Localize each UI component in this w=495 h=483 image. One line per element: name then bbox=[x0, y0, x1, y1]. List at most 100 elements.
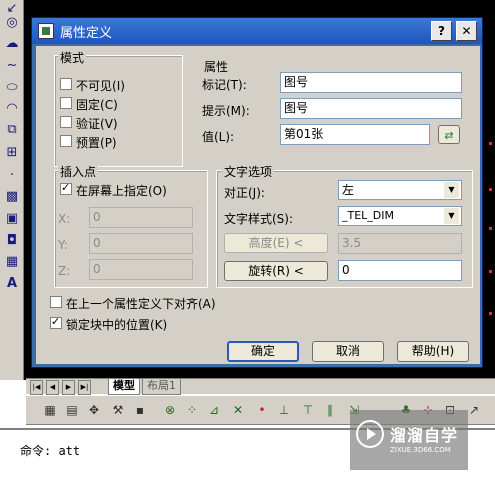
text-style-value: _TEL_DIM bbox=[342, 209, 395, 222]
command-text: 命令: att bbox=[20, 444, 81, 458]
canvas-marker bbox=[489, 270, 492, 273]
prev-tab-icon[interactable]: ◀ bbox=[46, 380, 59, 395]
snap-tangent-icon[interactable]: ⊤ bbox=[300, 402, 316, 418]
tab-layout1[interactable]: 布局1 bbox=[142, 379, 181, 395]
tag-label: 标记(T): bbox=[202, 78, 247, 92]
verify-checkbox[interactable] bbox=[60, 116, 72, 128]
prompt-label: 提示(M): bbox=[202, 104, 250, 118]
first-tab-icon[interactable]: |◀ bbox=[30, 380, 43, 395]
value-label: 值(L): bbox=[202, 130, 235, 144]
insert-block-icon[interactable]: ⧉ bbox=[3, 121, 21, 139]
lock-position-checkbox[interactable] bbox=[50, 315, 62, 329]
canvas-marker bbox=[489, 142, 492, 145]
canvas-marker bbox=[489, 188, 492, 191]
justify-label: 对正(J): bbox=[224, 186, 265, 200]
invisible-label: 不可见(I) bbox=[76, 79, 125, 93]
invisible-checkbox[interactable] bbox=[60, 78, 72, 90]
y-input[interactable]: 0 bbox=[89, 233, 193, 254]
align-below-checkbox[interactable] bbox=[50, 296, 62, 308]
spline-icon[interactable]: ∼ bbox=[3, 57, 21, 75]
layout-tab-bar: |◀ ◀ ▶ ▶| 模型 布局1 bbox=[26, 378, 495, 395]
rotation-button[interactable]: 旋转(R) < bbox=[224, 261, 328, 281]
close-button[interactable]: ✕ bbox=[456, 21, 477, 41]
canvas-marker bbox=[489, 312, 492, 315]
attribute-definition-dialog: 属性定义 ? ✕ 模式 不可见(I) 固定(C) 验证(V) 预置(P) 属性 … bbox=[31, 17, 483, 368]
watermark-url: ZIXUE.3D66.COM bbox=[390, 446, 451, 454]
multiline-text-icon[interactable]: A bbox=[3, 275, 21, 293]
chevron-down-icon: ▼ bbox=[444, 208, 459, 224]
prompt-input[interactable]: 图号 bbox=[280, 98, 462, 119]
ellipse-icon[interactable]: ⬭ bbox=[3, 79, 21, 97]
constant-checkbox[interactable] bbox=[60, 97, 72, 109]
constant-label: 固定(C) bbox=[76, 98, 118, 112]
text-style-label: 文字样式(S): bbox=[224, 212, 294, 226]
help-button-bottom[interactable]: 帮助(H) bbox=[397, 341, 469, 362]
grid-icon[interactable]: ▦ bbox=[42, 402, 58, 418]
snap-parallel-icon[interactable]: ∥ bbox=[322, 402, 338, 418]
point-icon[interactable]: · bbox=[3, 167, 21, 185]
x-label: X: bbox=[58, 212, 71, 226]
height-button[interactable]: 高度(E) < bbox=[224, 233, 328, 253]
attribute-group-title: 属性 bbox=[204, 60, 229, 74]
canvas-marker bbox=[489, 227, 492, 230]
table-icon[interactable]: ▦ bbox=[3, 253, 21, 271]
dialog-title: 属性定义 bbox=[60, 26, 113, 41]
lock-position-label: 锁定块中的位置(K) bbox=[66, 318, 168, 332]
snap-endpoint-icon[interactable]: ⁘ bbox=[184, 402, 200, 418]
specify-on-screen-label: 在屏幕上指定(O) bbox=[76, 184, 167, 198]
align-below-label: 在上一个属性定义下对齐(A) bbox=[66, 297, 216, 311]
app-icon bbox=[38, 23, 54, 39]
y-label: Y: bbox=[58, 238, 68, 252]
region-icon[interactable]: ◘ bbox=[3, 232, 21, 250]
snap-center-icon[interactable]: • bbox=[254, 402, 270, 418]
draw-toolbar: ↙ ◎ ☁ ∼ ⬭ ◠ ⧉ ⊞ · ▩ ▣ ◘ ▦ A bbox=[0, 0, 24, 380]
mode-group bbox=[54, 55, 183, 167]
height-input[interactable]: 3.5 bbox=[338, 233, 462, 254]
snap-midpoint-icon[interactable]: ⊿ bbox=[206, 402, 222, 418]
z-label: Z: bbox=[58, 264, 71, 278]
tab-model[interactable]: 模型 bbox=[108, 379, 140, 395]
specify-on-screen-checkbox[interactable] bbox=[60, 181, 72, 195]
insert-field-button[interactable]: ⇄ bbox=[438, 125, 460, 144]
next-tab-icon[interactable]: ▶ bbox=[62, 380, 75, 395]
tag-input[interactable]: 图号 bbox=[280, 72, 462, 93]
save-icon[interactable]: ▪ bbox=[132, 402, 148, 418]
pan-icon[interactable]: ✥ bbox=[86, 402, 102, 418]
ok-button[interactable]: 确定 bbox=[227, 341, 299, 362]
snap-perpendicular-icon[interactable]: ⊥ bbox=[276, 402, 292, 418]
revcloud-icon[interactable]: ☁ bbox=[3, 35, 21, 53]
verify-label: 验证(V) bbox=[76, 117, 118, 131]
chevron-down-icon: ▼ bbox=[444, 182, 459, 198]
snap-settings-icon[interactable]: ↗ bbox=[466, 402, 482, 418]
value-input[interactable]: 第01张 bbox=[280, 124, 430, 145]
hatch-icon[interactable]: ▩ bbox=[3, 188, 21, 206]
gradient-icon[interactable]: ▣ bbox=[3, 210, 21, 228]
snap-intersection-icon[interactable]: ✕ bbox=[230, 402, 246, 418]
help-button[interactable]: ? bbox=[431, 21, 452, 41]
z-input[interactable]: 0 bbox=[89, 259, 193, 280]
tool-palette-icon[interactable]: ⚒ bbox=[110, 402, 126, 418]
cancel-button[interactable]: 取消 bbox=[312, 341, 384, 362]
table-style-icon[interactable]: ▤ bbox=[64, 402, 80, 418]
justify-select[interactable]: 左 ▼ bbox=[338, 180, 462, 200]
preset-checkbox[interactable] bbox=[60, 135, 72, 147]
dialog-body: 模式 不可见(I) 固定(C) 验证(V) 预置(P) 属性 标记(T): 图号… bbox=[36, 46, 480, 364]
text-options-title: 文字选项 bbox=[222, 163, 275, 180]
justify-value: 左 bbox=[342, 183, 355, 197]
insert-field-icon: ⇄ bbox=[444, 129, 454, 142]
rotation-input[interactable]: 0 bbox=[338, 260, 462, 281]
make-block-icon[interactable]: ⊞ bbox=[3, 144, 21, 162]
circle-icon[interactable]: ◎ bbox=[3, 14, 21, 32]
watermark-brand: 溜溜自学 bbox=[390, 426, 459, 445]
watermark: 溜溜自学 ZIXUE.3D66.COM bbox=[350, 410, 468, 470]
insertion-point-title: 插入点 bbox=[58, 163, 99, 180]
snap-circle-icon[interactable]: ⊗ bbox=[162, 402, 178, 418]
x-input[interactable]: 0 bbox=[89, 207, 193, 228]
dialog-titlebar[interactable]: 属性定义 ? ✕ bbox=[32, 18, 482, 44]
preset-label: 预置(P) bbox=[76, 136, 117, 150]
last-tab-icon[interactable]: ▶| bbox=[78, 380, 91, 395]
mode-group-title: 模式 bbox=[58, 49, 87, 66]
text-style-select[interactable]: _TEL_DIM ▼ bbox=[338, 206, 462, 226]
play-logo-icon bbox=[356, 420, 384, 448]
ellipse-arc-icon[interactable]: ◠ bbox=[3, 100, 21, 118]
